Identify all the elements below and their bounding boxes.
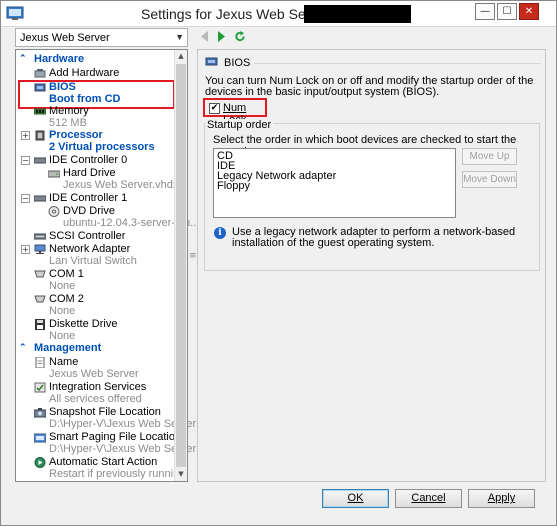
navigation-bar [197,28,547,46]
apply-button[interactable]: Apply [468,489,535,508]
hard-drive-icon [48,170,60,178]
collapse-chevron-icon: ⌃ [19,342,27,352]
floppy-disk-icon [35,319,45,330]
legacy-network-info-text: Use a legacy network adapter to perform … [232,226,516,249]
scroll-down-arrow-icon[interactable]: ▼ [175,468,187,481]
smart-paging-icon [34,433,46,443]
expand-network-icon[interactable]: + [21,245,30,254]
integration-detail: All services offered [49,393,142,405]
vm-selector-value: Jexus Web Server [20,32,110,44]
pane-splitter-grip-icon[interactable]: ≡ [189,251,197,263]
collapse-chevron-icon: ⌃ [19,53,27,63]
vm-selector-dropdown[interactable]: Jexus Web Server ▼ [15,28,188,47]
add-hardware-icon [34,69,46,78]
diskette-detail: None [49,330,76,342]
boot-order-list[interactable]: CD IDE Legacy Network adapter Floppy [213,148,456,218]
chevron-down-icon: ▼ [175,32,184,42]
processor-icon [35,130,45,141]
info-icon: i [214,227,226,239]
bios-chip-icon [34,83,46,92]
back-arrow-icon[interactable] [199,30,211,43]
maximize-button[interactable]: ☐ [497,3,517,20]
minimize-button[interactable]: — [475,3,495,20]
move-down-button[interactable]: Move Down [462,171,517,188]
forward-arrow-icon[interactable] [215,30,227,43]
collapse-ide1-icon[interactable]: − [21,194,30,203]
memory-detail: 512 MB [49,117,87,129]
dvd-disc-icon [48,206,60,217]
tree-scrollbar[interactable]: ▲ ▼ [174,50,187,481]
list-item[interactable]: Floppy [217,181,250,192]
com1-detail: None [49,280,76,292]
snapshot-camera-icon [34,408,46,418]
ide-controller-icon [34,157,46,164]
num-lock-checkbox[interactable]: ✔ [209,103,220,114]
automatic-start-icon [34,457,46,468]
title-bar: Settings for Jexus Web Server on — ☐ ✕ [1,1,556,27]
automatic-start-detail: Restart if previously running [49,468,186,480]
ok-button[interactable]: OK [322,489,389,508]
num-lock-highlight: ✔ Num Lock [203,98,267,126]
hyper-v-app-icon [6,6,24,20]
processor-detail: 2 Virtual processors [49,141,155,153]
settings-tree: ⌃ Hardware Add Hardware BIOS Boot from C… [15,49,199,482]
serial-port-icon [34,270,46,278]
cancel-button[interactable]: Cancel [395,489,462,508]
scsi-controller-icon [34,233,46,240]
name-document-icon [35,357,45,368]
bios-chip-icon [205,57,218,66]
bios-intro-text: You can turn Num Lock on or off and modi… [205,75,534,98]
refresh-icon[interactable] [234,30,246,43]
integration-services-icon [34,382,46,393]
network-adapter-detail: Lan Virtual Switch [49,255,137,267]
name-detail: Jexus Web Server [49,368,139,380]
bios-detail: Boot from CD [49,93,121,105]
move-up-button[interactable]: Move Up [462,148,517,165]
expand-processor-icon[interactable]: + [21,131,30,140]
scroll-thumb[interactable] [176,64,186,467]
memory-icon [34,108,46,115]
network-adapter-icon [34,244,46,254]
startup-order-title: Startup order [205,119,274,131]
collapse-ide0-icon[interactable]: − [21,156,30,165]
hard-drive-detail: Jexus Web Server.vhdx [63,179,179,191]
settings-window: Settings for Jexus Web Server on — ☐ ✕ J… [0,0,557,526]
ide-controller-icon [34,195,46,202]
scroll-up-arrow-icon[interactable]: ▲ [175,50,187,63]
serial-port-icon [34,295,46,303]
bios-settings-panel: BIOS You can turn Num Lock on or off and… [197,49,546,482]
close-button[interactable]: ✕ [519,3,539,20]
com2-detail: None [49,305,76,317]
redacted-host-name [304,5,411,23]
title-divider [254,63,541,64]
bios-panel-title: BIOS [224,57,251,69]
